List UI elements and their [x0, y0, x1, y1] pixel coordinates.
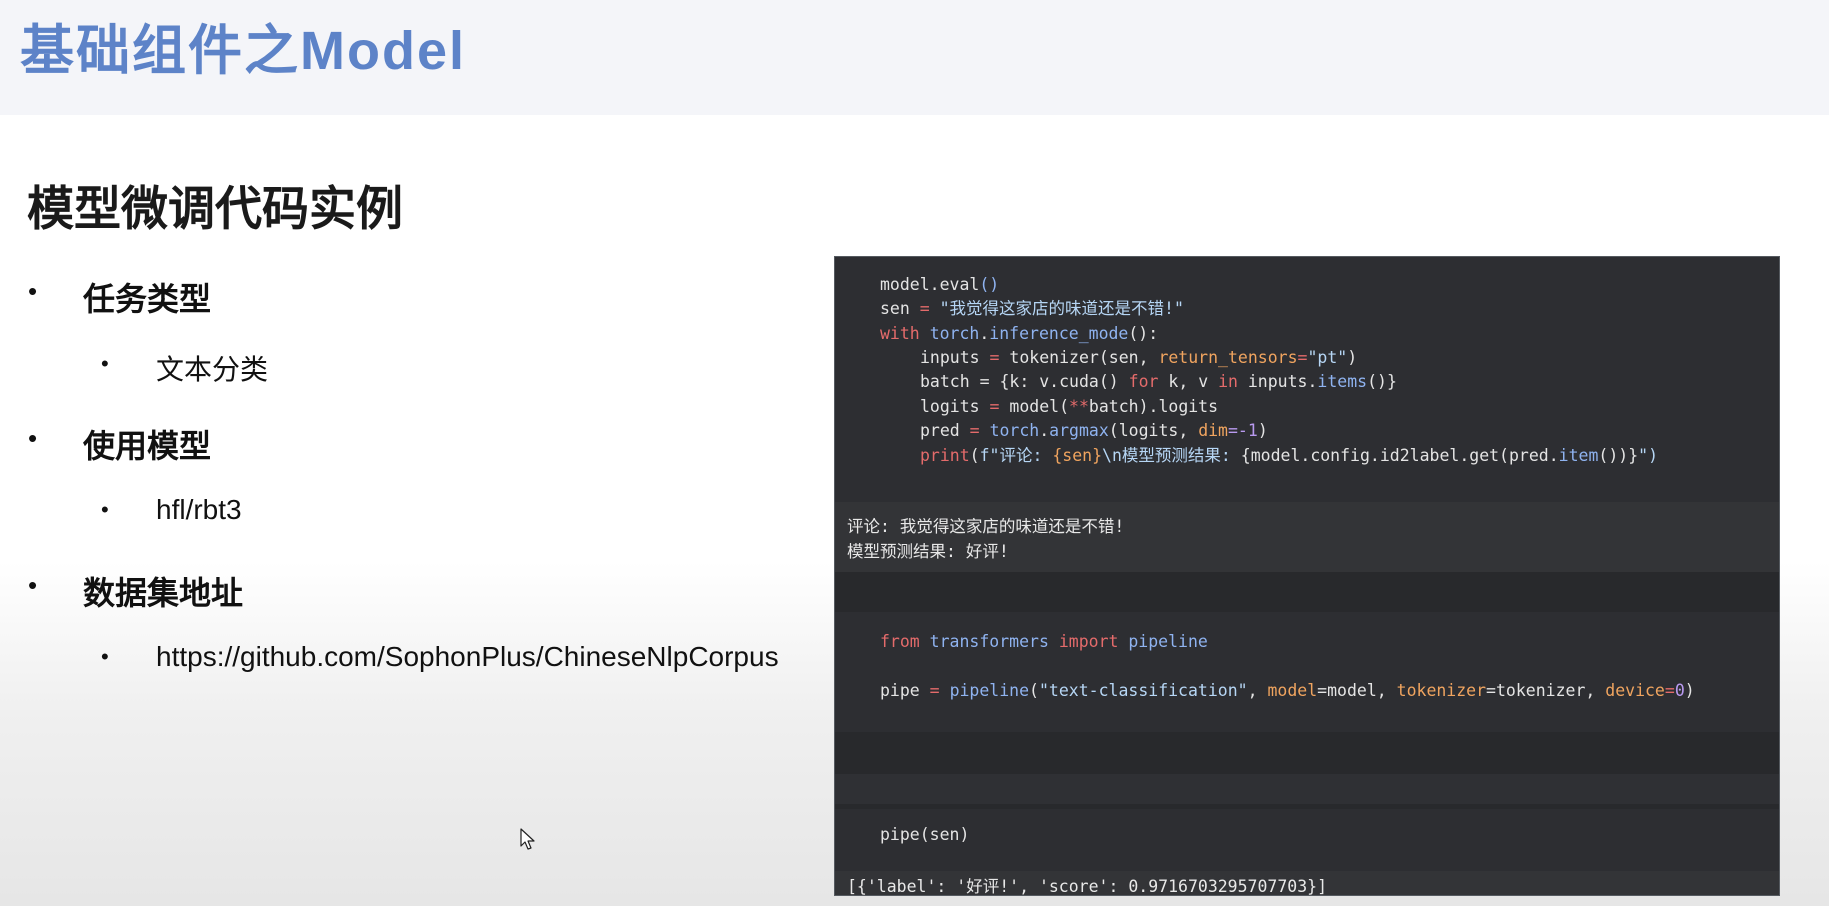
section-title: 模型微调代码实例: [27, 182, 403, 235]
bullet-label: 任务类型: [83, 281, 212, 317]
bullet-dot: •: [28, 276, 38, 306]
code-cell-pipe-call: pipe(sen): [835, 809, 1779, 871]
code-cell-predict: model.eval() sen = "我觉得这家店的味道还是不错!" with…: [835, 257, 1779, 502]
code-line: with torch.inference_mode():: [880, 324, 1159, 343]
bullet-dot: •: [28, 423, 38, 453]
dataset-url: https://github.com/SophonPlus/ChineseNlp…: [156, 641, 779, 672]
code-line: batch = {k: v.cuda() for k, v in inputs.…: [920, 372, 1397, 391]
code-line: model.eval(): [880, 275, 1000, 294]
output-cell-predict: 评论: 我觉得这家店的味道还是不错! 模型预测结果: 好评!: [835, 502, 1779, 572]
code-line: pipe = pipeline("text-classification", m…: [880, 681, 1695, 700]
mouse-cursor-icon: [520, 828, 535, 850]
output-line: [{'label': '好评!', 'score': 0.97167032957…: [847, 877, 1328, 896]
cell-gap: [835, 572, 1779, 612]
code-line: print(f"评论: {sen}\n模型预测结果: {model.config…: [920, 446, 1659, 465]
output-line: 模型预测结果: 好评!: [847, 542, 1009, 561]
bullet-label: 使用模型: [83, 428, 212, 464]
sub-bullet-label: hfl/rbt3: [156, 494, 242, 525]
slide-title: 基础组件之Model: [20, 21, 466, 81]
code-line: logits = model(**batch).logits: [920, 397, 1219, 416]
bullet-dot: •: [101, 351, 109, 376]
header-band: 基础组件之Model: [0, 0, 1829, 115]
code-cell-pipeline: from transformers import pipeline pipe =…: [835, 612, 1779, 732]
code-line: inputs = tokenizer(sen, return_tensors="…: [920, 348, 1358, 367]
output-line: 评论: 我觉得这家店的味道还是不错!: [847, 517, 1125, 536]
empty-output-row: [835, 774, 1779, 804]
sub-bullet-label: 文本分类: [156, 354, 269, 385]
code-line: pred = torch.argmax(logits, dim=-1): [920, 421, 1268, 440]
code-notebook-panel: model.eval() sen = "我觉得这家店的味道还是不错!" with…: [834, 256, 1780, 896]
code-line: pipe(sen): [880, 825, 970, 844]
code-line: from transformers import pipeline: [880, 632, 1208, 651]
bullet-dot: •: [28, 570, 38, 600]
cell-gap: [835, 732, 1779, 774]
bullet-label: 数据集地址: [83, 575, 244, 611]
output-cell-pipe: [{'label': '好评!', 'score': 0.97167032957…: [835, 871, 1779, 896]
code-line: sen = "我觉得这家店的味道还是不错!": [880, 299, 1184, 318]
bullet-dot: •: [101, 644, 109, 669]
bullet-dot: •: [101, 497, 109, 522]
